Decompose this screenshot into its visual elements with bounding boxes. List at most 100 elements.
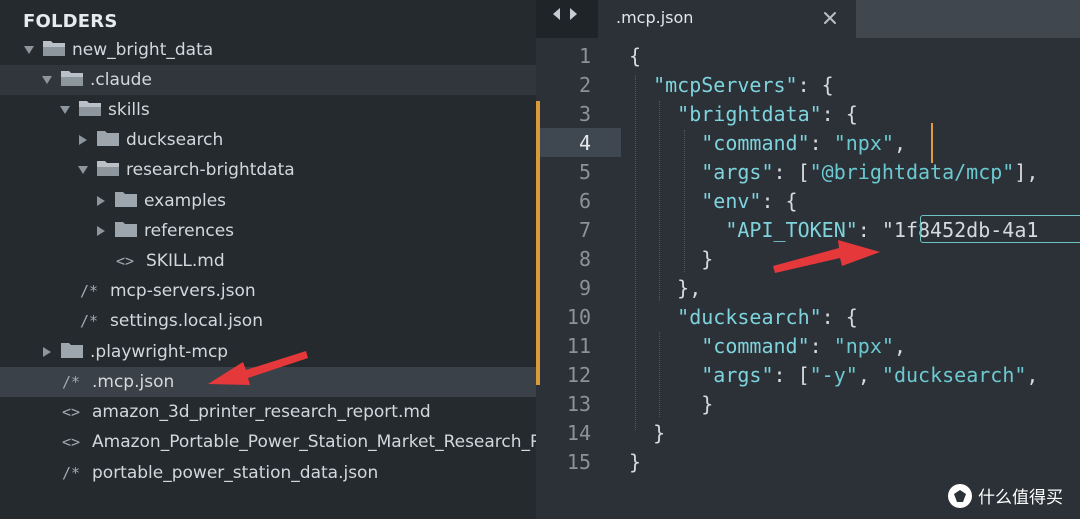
json-file-icon: /*	[62, 373, 81, 391]
tree-item-label: portable_power_station_data.json	[92, 463, 379, 483]
watermark-logo-icon	[948, 483, 972, 508]
code-text: }	[629, 450, 642, 474]
code-line: 1{	[536, 42, 1080, 71]
code-line: 3 "brightdata": {	[536, 100, 1080, 129]
tree-item[interactable]: /* portable_power_station_data.json	[0, 458, 536, 488]
close-icon[interactable]	[820, 8, 840, 28]
nav-arrows	[541, 4, 589, 26]
code-text: "command": "npx",	[701, 334, 906, 358]
tree-item-label: mcp-servers.json	[110, 281, 256, 301]
back-arrow-icon[interactable]	[551, 6, 561, 25]
chevron-down-icon[interactable]	[40, 73, 54, 87]
code-line: 13 }	[536, 390, 1080, 419]
tree-item-label: examples	[144, 191, 227, 211]
chevron-down-icon[interactable]	[76, 163, 90, 177]
tab-title: .mcp.json	[616, 8, 694, 27]
tab-bar-empty-space	[856, 0, 1080, 38]
line-number: 3	[578, 102, 591, 126]
line-number: 4	[578, 131, 591, 155]
json-file-icon: /*	[62, 464, 81, 482]
tree-item[interactable]: .claude	[0, 65, 536, 95]
code-text: "args": ["@brightdata/mcp"],	[701, 160, 1039, 184]
code-line: 15}	[536, 448, 1080, 477]
chevron-down-icon[interactable]	[58, 103, 72, 117]
markup-file-icon: <>	[62, 403, 81, 421]
tree-item[interactable]: skills	[0, 95, 536, 125]
code-line: 14 }	[536, 419, 1080, 448]
code-line: 12 "args": ["-y", "ducksearch",	[536, 361, 1080, 390]
folder-open-icon	[42, 39, 66, 62]
code-text: }	[629, 247, 714, 271]
code-line: 11 "command": "npx",	[536, 332, 1080, 361]
chevron-right-icon[interactable]	[94, 224, 108, 238]
tree-item-label: settings.local.json	[110, 311, 263, 331]
code-line: 10 "ducksearch": {	[536, 303, 1080, 332]
chevron-right-icon[interactable]	[40, 345, 54, 359]
code-text: }	[629, 421, 666, 445]
tree-item[interactable]: research-brightdata	[0, 155, 536, 185]
markup-file-icon: <>	[116, 252, 135, 270]
tree-item[interactable]: ducksearch	[0, 125, 536, 155]
sidebar: FOLDERS new_bright_data .claude skills duck…	[0, 0, 536, 519]
code-line: 9 },	[536, 274, 1080, 303]
line-number: 5	[578, 160, 591, 184]
token-highlight-box	[920, 215, 1080, 243]
code-text: },	[629, 276, 702, 300]
line-number: 15	[566, 450, 591, 474]
tree-item-label: amazon_3d_printer_research_report.md	[92, 402, 431, 422]
tree-item-label: references	[144, 221, 235, 241]
folder-closed-icon	[60, 341, 84, 364]
tree-item-label: ducksearch	[126, 130, 224, 150]
code-text: {	[629, 44, 642, 68]
code-line: 8 }	[536, 245, 1080, 274]
tree-item[interactable]: /* .mcp.json	[0, 367, 536, 397]
tree-item[interactable]: /* settings.local.json	[0, 306, 536, 336]
code-text: }	[629, 392, 714, 416]
tree-item-label: .playwright-mcp	[90, 342, 229, 362]
code-text: "brightdata": {	[677, 102, 858, 126]
editor: .mcp.json 1{2 "mcpServers": {3 "brightda…	[536, 0, 1080, 519]
tree-item-label: SKILL.md	[146, 251, 225, 271]
folder-open-icon	[60, 69, 84, 92]
tree-item-label: Amazon_Portable_Power_Station_Market_Res…	[92, 432, 536, 452]
watermark-text: 什么值得买	[978, 488, 1063, 508]
code-line: 5 "args": ["@brightdata/mcp"],	[536, 158, 1080, 187]
folder-closed-icon	[96, 129, 120, 152]
tab-bar: .mcp.json	[536, 0, 1080, 38]
code-text: "env": {	[701, 189, 798, 213]
line-number: 14	[566, 421, 591, 445]
chevron-right-icon[interactable]	[94, 194, 108, 208]
tree-item[interactable]: <> SKILL.md	[0, 246, 536, 276]
json-file-icon: /*	[80, 282, 99, 300]
code-text: "args": ["-y", "ducksearch",	[701, 363, 1039, 387]
line-number: 8	[578, 247, 591, 271]
code-text: "command": "npx",	[701, 131, 906, 155]
tree-item[interactable]: <> amazon_3d_printer_research_report.md	[0, 397, 536, 427]
tree-item-label: .mcp.json	[92, 372, 175, 392]
line-number: 1	[578, 44, 591, 68]
tree-item[interactable]: /* mcp-servers.json	[0, 276, 536, 306]
tree-item[interactable]: examples	[0, 186, 536, 216]
line-number: 10	[566, 305, 591, 329]
line-number: 9	[578, 276, 591, 300]
tab-mcp-json[interactable]: .mcp.json	[598, 0, 856, 38]
folders-header: FOLDERS	[23, 11, 118, 32]
tree-item-label: research-brightdata	[126, 160, 295, 180]
tree-item[interactable]: references	[0, 216, 536, 246]
line-number: 12	[566, 363, 591, 387]
tree-item-label: new_bright_data	[72, 40, 214, 60]
folder-closed-icon	[114, 190, 138, 213]
tree-item[interactable]: .playwright-mcp	[0, 337, 536, 367]
line-number: 7	[578, 218, 591, 242]
tree-item-label: skills	[108, 100, 150, 120]
folder-open-icon	[78, 99, 102, 122]
chevron-down-icon[interactable]	[22, 43, 36, 57]
chevron-right-icon[interactable]	[76, 133, 90, 147]
forward-arrow-icon[interactable]	[569, 6, 579, 25]
tree-item[interactable]: <> Amazon_Portable_Power_Station_Market_R…	[0, 427, 536, 457]
folder-open-icon	[96, 159, 120, 182]
tree-item[interactable]: new_bright_data	[0, 35, 536, 65]
code-line: 6 "env": {	[536, 187, 1080, 216]
code-line: 4 "command": "npx",	[536, 129, 1080, 158]
text-cursor	[931, 123, 933, 163]
